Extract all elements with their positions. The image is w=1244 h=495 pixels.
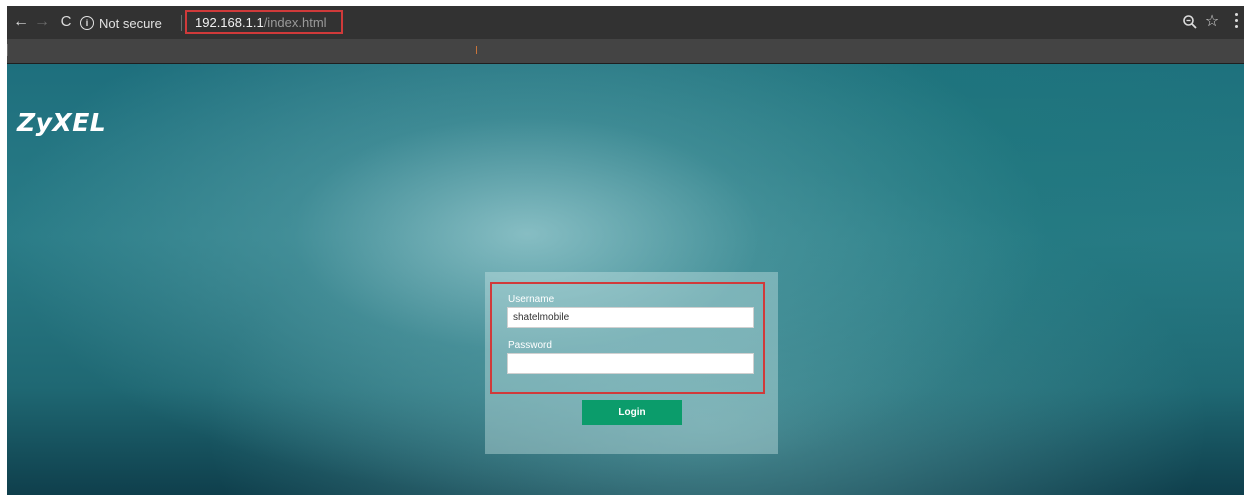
reload-icon[interactable]: C — [56, 12, 76, 32]
address-bar[interactable]: 192.168.1.1/index.html — [185, 10, 343, 34]
password-label: Password — [508, 340, 552, 351]
menu-dot — [1234, 19, 1238, 22]
bookmarks-bar — [7, 39, 1244, 64]
bookmarks-bar-marker — [476, 46, 477, 54]
back-arrow-icon[interactable]: ← — [11, 12, 31, 32]
zyxel-logo: ZyXEL — [17, 108, 107, 137]
star-icon[interactable]: ☆ — [1202, 11, 1222, 33]
url-divider — [181, 15, 182, 31]
password-input[interactable] — [507, 353, 754, 374]
forward-arrow-icon[interactable]: → — [32, 12, 52, 32]
username-label: Username — [508, 294, 555, 305]
bookmarks-bar-edge — [7, 44, 8, 56]
browser-window: ← → C i Not secure 192.168.1.1/index.htm… — [7, 6, 1244, 495]
login-panel: Username Password Login — [485, 272, 778, 454]
login-button[interactable]: Login — [582, 400, 682, 425]
site-info-button[interactable]: i Not secure — [80, 14, 162, 32]
menu-dot — [1234, 13, 1238, 16]
kebab-menu-icon[interactable] — [1231, 13, 1241, 33]
username-input[interactable] — [507, 307, 754, 328]
zoom-icon[interactable] — [1180, 12, 1200, 32]
url-path: /index.html — [263, 14, 327, 30]
menu-dot — [1234, 25, 1238, 28]
browser-toolbar: ← → C i Not secure 192.168.1.1/index.htm… — [7, 6, 1244, 39]
security-label: Not secure — [99, 15, 162, 31]
info-icon: i — [80, 16, 94, 30]
page-viewport: ZyXEL Username Password Login — [7, 64, 1244, 495]
url-host: 192.168.1.1 — [195, 14, 264, 30]
